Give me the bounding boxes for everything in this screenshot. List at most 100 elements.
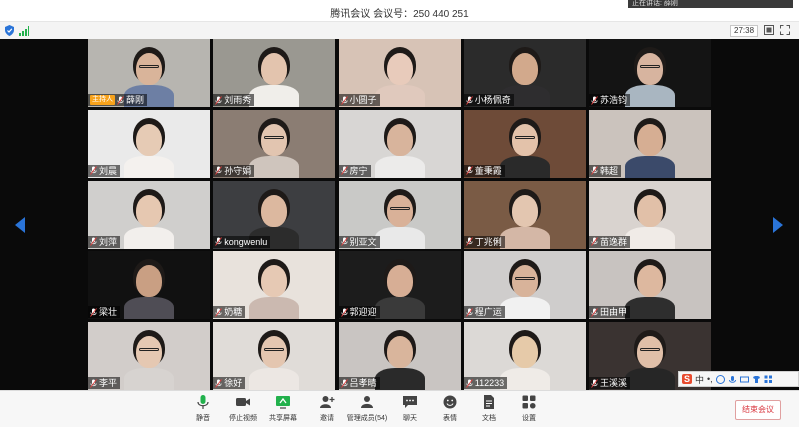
speaking-tooltip: 正在讲话: 薛刚 bbox=[628, 0, 793, 8]
video-stage: 主持人 薛刚 刘雨秀 小圆子 小杨佩奇 苏浩钧刘晨 孙守娟 房宁 董秉霞 韩超刘萍 kongwenl… bbox=[0, 39, 799, 390]
participant-namebar: 刘萍 bbox=[88, 235, 121, 248]
participant-body bbox=[374, 155, 425, 178]
participant-body bbox=[625, 155, 675, 178]
participant-body bbox=[249, 368, 300, 390]
mic-status-icon bbox=[90, 237, 97, 246]
participant-face bbox=[386, 265, 413, 298]
participant-body bbox=[124, 368, 174, 390]
signal-icon[interactable] bbox=[19, 26, 29, 36]
participant-tile[interactable]: 小杨佩奇 bbox=[463, 39, 586, 107]
participant-tile[interactable]: kongwenlu bbox=[213, 180, 336, 249]
participant-tile[interactable]: 徐好 bbox=[213, 322, 336, 390]
participant-name: 程广运 bbox=[474, 307, 502, 318]
participant-name: 董秉霞 bbox=[474, 165, 502, 176]
glasses-icon bbox=[139, 65, 159, 68]
participant-body bbox=[499, 368, 550, 390]
glasses-icon bbox=[514, 277, 535, 281]
participant-tile[interactable]: 梁壮 bbox=[88, 251, 210, 320]
participant-tile[interactable]: 苗逸群 bbox=[589, 180, 711, 249]
participant-face bbox=[261, 336, 288, 368]
share-screen-button[interactable]: 共享屏幕 bbox=[260, 394, 306, 426]
participant-body bbox=[249, 155, 300, 178]
glasses-icon bbox=[264, 348, 285, 351]
participant-face bbox=[136, 336, 162, 368]
participant-name: 奶糖 bbox=[224, 307, 243, 318]
next-page-arrow-icon[interactable] bbox=[773, 217, 783, 233]
participant-tile[interactable]: 郭迎迎 bbox=[338, 251, 461, 320]
host-badge: 主持人 bbox=[90, 95, 115, 105]
mic-status-icon bbox=[340, 307, 348, 317]
participant-body bbox=[124, 297, 174, 320]
participant-name: 吕孝晴 bbox=[349, 378, 377, 388]
participant-namebar: 吕孝晴 bbox=[338, 377, 380, 389]
participant-face bbox=[136, 123, 162, 156]
mic-status-icon bbox=[591, 307, 598, 317]
participant-tile[interactable]: 程广运 bbox=[463, 251, 586, 320]
participant-body bbox=[374, 368, 425, 390]
participant-namebar: 梁壮 bbox=[88, 306, 121, 319]
participant-tile[interactable]: 刘晨 bbox=[88, 109, 210, 178]
participant-tile[interactable]: 奶糖 bbox=[213, 251, 336, 320]
participant-tile[interactable]: 孙守娟 bbox=[213, 109, 336, 178]
speaker-view-icon[interactable] bbox=[764, 25, 774, 35]
participant-body bbox=[499, 297, 550, 320]
participant-name: 薛刚 bbox=[126, 95, 145, 105]
ime-punct-toggle[interactable]: •, bbox=[707, 374, 713, 384]
participant-tile[interactable]: 刘雨秀 bbox=[213, 39, 336, 107]
participant-name: kongwenlu bbox=[224, 236, 268, 247]
participant-tile[interactable]: 李平 bbox=[88, 322, 210, 390]
participant-namebar: 董秉霞 bbox=[463, 164, 505, 177]
shield-icon[interactable] bbox=[5, 25, 14, 36]
participant-face bbox=[511, 194, 538, 227]
participant-body bbox=[124, 226, 174, 249]
toolbox-icon[interactable] bbox=[764, 375, 773, 384]
ime-lang-toggle[interactable]: 中 bbox=[695, 373, 704, 386]
participant-tile[interactable]: 韩超 bbox=[589, 109, 711, 178]
mic-status-icon bbox=[117, 95, 124, 105]
participant-name: 丁兆俐 bbox=[474, 236, 502, 247]
end-meeting-button[interactable]: 结束会议 bbox=[735, 400, 781, 420]
participant-namebar: 苏浩钧 bbox=[589, 94, 631, 106]
emoji-icon[interactable] bbox=[715, 374, 725, 384]
participant-tile[interactable]: 主持人 薛刚 bbox=[88, 39, 210, 107]
participant-face bbox=[386, 123, 413, 156]
participant-body bbox=[374, 85, 425, 107]
participant-body bbox=[374, 226, 425, 249]
participant-tile[interactable]: 苏浩钧 bbox=[589, 39, 711, 107]
add-user-icon bbox=[320, 396, 335, 408]
participant-tile[interactable]: 房宁 bbox=[338, 109, 461, 178]
participant-tile[interactable]: 董秉霞 bbox=[463, 109, 586, 178]
video-grid: 主持人 薛刚 刘雨秀 小圆子 小杨佩奇 苏浩钧刘晨 孙守娟 房宁 董秉霞 韩超刘萍 kongwenl… bbox=[88, 39, 711, 390]
participant-face bbox=[261, 53, 288, 85]
participant-tile[interactable]: 小圆子 bbox=[338, 39, 461, 107]
participant-tile[interactable]: 丁兆俐 bbox=[463, 180, 586, 249]
voice-icon[interactable] bbox=[728, 375, 737, 384]
settings-button[interactable]: 设置 bbox=[506, 394, 552, 426]
mic-status-icon bbox=[90, 307, 97, 317]
participant-body bbox=[625, 226, 675, 249]
participant-namebar: 小杨佩奇 bbox=[463, 94, 514, 106]
glasses-icon bbox=[514, 135, 535, 139]
participant-namebar: 苗逸群 bbox=[589, 235, 631, 248]
chat-bubble-icon bbox=[403, 396, 417, 408]
participant-tile[interactable]: 112233 bbox=[463, 322, 586, 390]
fullscreen-icon[interactable] bbox=[780, 25, 790, 35]
glasses-icon bbox=[139, 348, 159, 351]
participant-name: 韩超 bbox=[600, 165, 619, 176]
keyboard-icon[interactable] bbox=[739, 375, 749, 384]
participant-face bbox=[386, 53, 413, 85]
participant-tile[interactable]: 别亚文 bbox=[338, 180, 461, 249]
mic-status-icon bbox=[591, 166, 598, 176]
skin-icon[interactable] bbox=[752, 375, 761, 384]
participant-tile[interactable]: 刘萍 bbox=[88, 180, 210, 249]
participant-tile[interactable]: 田由甲 bbox=[589, 251, 711, 320]
meeting-toolbar: 静音 停止视频 共享屏幕 邀请 管理成员(54) 聊天 表情 文档 设置 结束会… bbox=[0, 390, 799, 427]
participant-namebar: 房宁 bbox=[338, 164, 371, 177]
ime-toolbar[interactable]: S 中 •, bbox=[678, 371, 799, 387]
manage-members-button[interactable]: 管理成员(54) bbox=[344, 394, 390, 426]
participant-face bbox=[136, 265, 162, 298]
mic-status-icon bbox=[591, 378, 598, 388]
mic-status-icon bbox=[90, 378, 97, 388]
participant-tile[interactable]: 吕孝晴 bbox=[338, 322, 461, 390]
prev-page-arrow-icon[interactable] bbox=[15, 217, 25, 233]
